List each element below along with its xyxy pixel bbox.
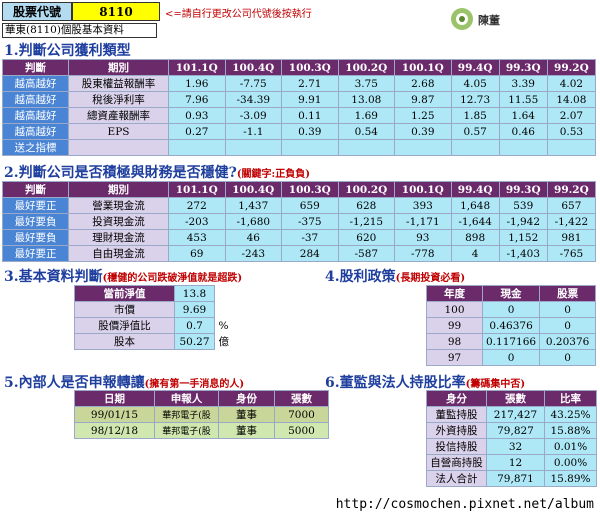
section4-title: 4.股利政策(長期投資必看) (325, 269, 466, 285)
table-row: 股價淨值比 0.7% (74, 317, 233, 334)
table-row: 法人合計 79,871 15.89% (426, 470, 597, 487)
hint-text: <=請自行更改公司代號後按執行 (165, 9, 312, 20)
holding-table: 身分 張數 比率 董監持股 217,427 43.25% 外資持股 79,827 15.88… (426, 390, 597, 487)
table-row: 越高越好 總資產報酬率 0.93 -3.09 0.11 1.69 1.25 1.85 1.64… (2, 107, 597, 124)
stock-code-input[interactable]: 8110 (72, 2, 160, 21)
table-row: 市價 9.69 (74, 301, 233, 318)
section6-title: 6.董監與法人持股比率(籌碼集中否) (325, 375, 526, 391)
table-row: 自營商持股 12 0.00% (426, 454, 597, 471)
table-row: 當前淨值 13.8 (74, 285, 233, 302)
table-row: 最好要正 營業現金流 272 1,437 659 628 393 1,648 539 657 (2, 197, 597, 214)
table-row: 98 0.117166 0.20376 (426, 333, 597, 350)
basic-table: 當前淨值 13.8 市價 9.69 股價淨值比 0.7% 股本 50.27 億 (74, 285, 233, 350)
period-col: 100.2Q (337, 59, 396, 76)
logo: 陳董 (448, 2, 506, 38)
company-title: 華東(8110)個股基本資料 (2, 23, 157, 38)
period-header: 期別 (68, 59, 169, 76)
footer-url: http://cosmochen.pixnet.net/album (0, 495, 600, 515)
table-row: 最好要正 自由現金流 69 -243 284 -587 -778 4 -1,403 -765 (2, 245, 597, 262)
table-row: 100 0 0 (426, 301, 597, 318)
section5-title: 5.內部人是否申報轉讓(擁有第一手消息的人) (4, 375, 245, 391)
table-row: 98/12/18 華邦電子(股 董事 5000 (74, 422, 329, 439)
profit-table: 判斷 期別 101.1Q 100.4Q 100.3Q 100.2Q 100.1Q… (2, 59, 597, 156)
period-col: 100.1Q (394, 59, 452, 76)
table-row: 越高越好 EPS 0.27 -1.1 0.39 0.54 0.39 0.57 0.46 0.53 (2, 123, 597, 140)
period-col: 99.2Q (546, 59, 597, 76)
table-row: 越高越好 稅後淨利率 7.96 -34.39 9.91 13.08 9.87 12.73 11… (2, 91, 597, 108)
table-row: 最好要負 投資現金流 -203 -1,680 -375 -1,215 -1,171 -1,6… (2, 213, 597, 230)
section1-title: 1.判斷公司獲利類型 (4, 43, 131, 59)
table-row: 97 0 0 (426, 349, 597, 366)
cashflow-table: 判斷 期別 101.1Q 100.4Q 100.3Q 100.2Q 100.1Q 99.4… (2, 181, 597, 262)
table-row: 99/01/15 華邦電子(股 董事 7000 (74, 406, 329, 423)
section2-title: 2.判斷公司是否積極與財務是否穩健?(關鍵字:正負負) (4, 165, 310, 181)
table-row: 越高越好 股東權益報酬率 1.96 -7.75 2.71 3.75 2.68 4.05 3.3… (2, 75, 597, 92)
table-row: 外資持股 79,827 15.88% (426, 422, 597, 439)
period-col: 100.4Q (224, 59, 283, 76)
dividend-table: 年度 現金 股票 100 0 0 99 0.46376 0 98 0.117166 0.2037… (426, 285, 597, 366)
table-row: 投信持股 32 0.01% (426, 438, 597, 455)
judge-header: 判斷 (2, 59, 69, 76)
table-row: 99 0.46376 0 (426, 317, 597, 334)
period-col: 99.4Q (450, 59, 500, 76)
table-row: 送之指標 (2, 139, 597, 156)
period-col: 100.3Q (281, 59, 339, 76)
stock-code-label: 股票代號 (2, 2, 72, 21)
table-row: 最好要負 理財現金流 453 46 -37 620 93 898 1,152 981 (2, 229, 597, 246)
table-row: 董監持股 217,427 43.25% (426, 406, 597, 423)
insider-table: 日期 申報人 身份 張數 99/01/15 華邦電子(股 董事 7000 98/12/18 華… (74, 390, 329, 439)
table-row: 股本 50.27 億 (74, 333, 233, 350)
period-col: 101.1Q (168, 59, 226, 76)
section3-title: 3.基本資料判斷(穩健的公司跌破淨值就是超跌) (4, 269, 243, 285)
period-col: 99.3Q (498, 59, 548, 76)
